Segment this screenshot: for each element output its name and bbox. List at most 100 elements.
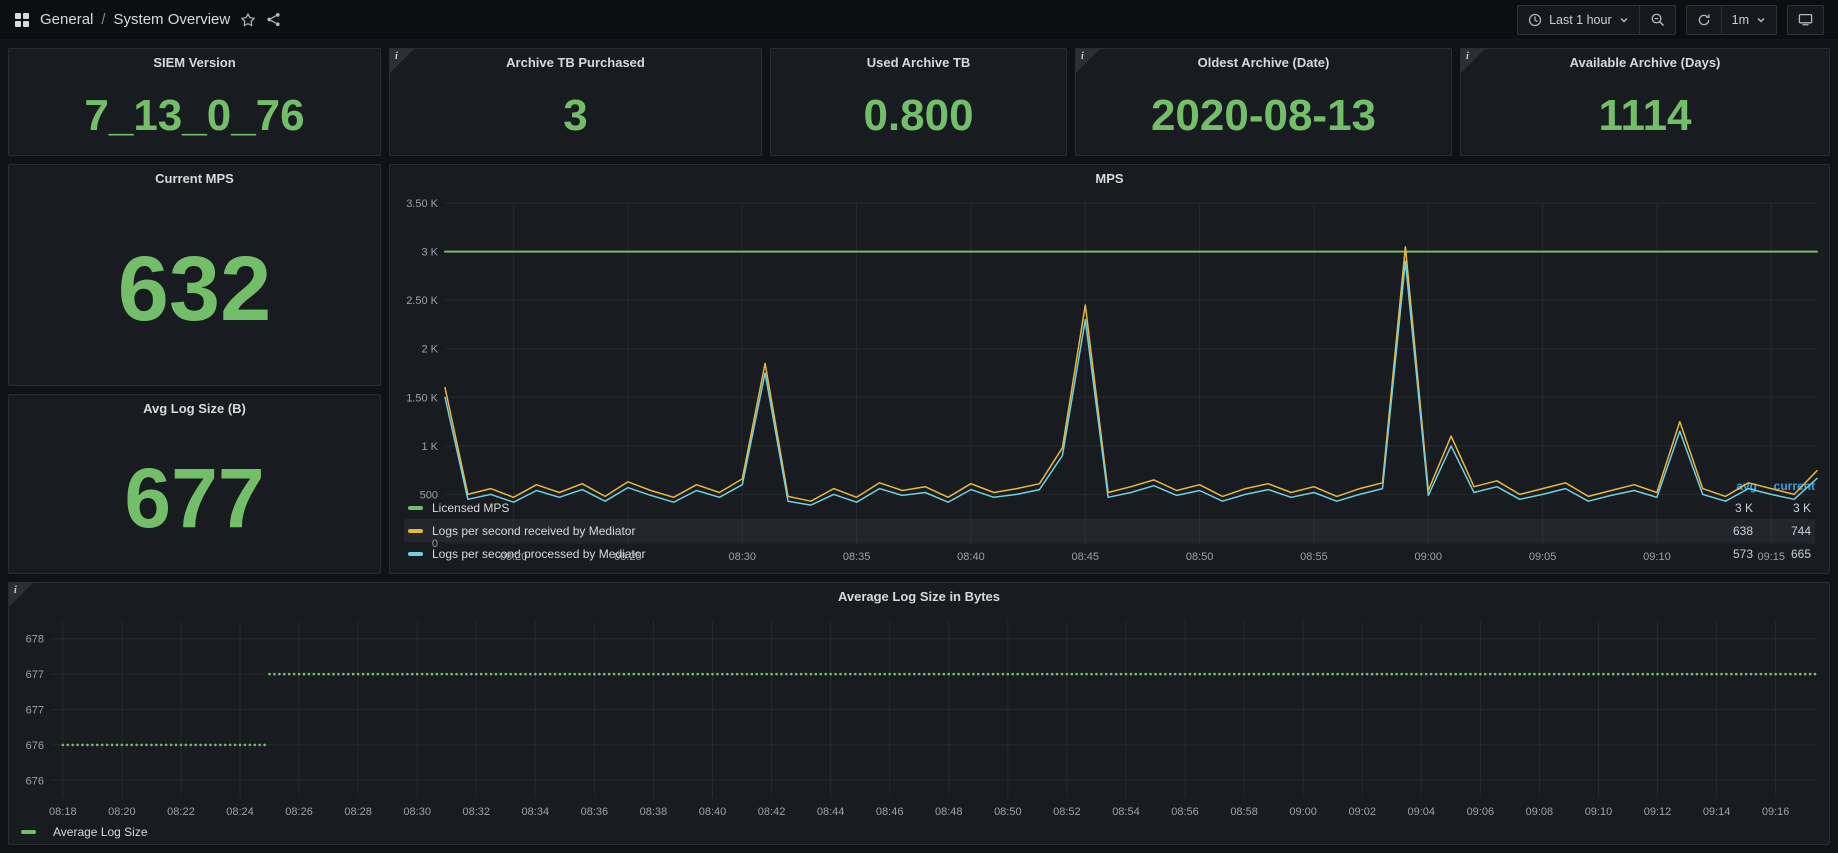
data-point	[263, 744, 266, 747]
panel-title[interactable]: Current MPS	[9, 165, 380, 193]
data-point	[677, 673, 680, 676]
data-point	[485, 673, 488, 676]
breadcrumb-folder[interactable]: General	[40, 11, 93, 28]
data-point	[849, 673, 852, 676]
panel-title[interactable]: MPS	[390, 165, 1829, 193]
data-point	[1435, 673, 1438, 676]
data-point	[111, 744, 114, 747]
star-icon[interactable]	[240, 12, 256, 28]
stat-panel-archive-tb-purchased: i Archive TB Purchased 3	[389, 48, 762, 156]
data-point	[1592, 673, 1595, 676]
x-tick-label: 09:04	[1408, 806, 1436, 818]
data-point	[1184, 673, 1187, 676]
data-point	[1504, 673, 1507, 676]
data-point	[436, 673, 439, 676]
x-tick-label: 08:28	[344, 806, 372, 818]
data-point	[426, 673, 429, 676]
data-point	[1676, 673, 1679, 676]
data-point	[608, 673, 611, 676]
data-point	[1745, 673, 1748, 676]
mps-chart-plot[interactable]: 08:2008:2508:3008:3508:4008:4508:5008:55…	[390, 193, 1829, 476]
data-point	[1179, 673, 1182, 676]
avg-log-size-chart-plot[interactable]: 08:1808:2008:2208:2408:2608:2808:3008:32…	[9, 611, 1829, 820]
panel-title[interactable]: SIEM Version	[9, 49, 380, 77]
data-point	[391, 673, 394, 676]
data-point	[288, 673, 291, 676]
x-tick-label: 09:12	[1644, 806, 1672, 818]
data-point	[1597, 673, 1600, 676]
data-point	[1238, 673, 1241, 676]
x-tick-label: 08:58	[1230, 806, 1258, 818]
refresh-interval-picker[interactable]: 1m	[1722, 5, 1777, 35]
data-point	[997, 673, 1000, 676]
data-point	[726, 673, 729, 676]
panel-info-corner[interactable]: i	[9, 583, 33, 607]
y-tick-label: 500	[420, 489, 438, 501]
data-point	[1248, 673, 1251, 676]
data-point	[1641, 673, 1644, 676]
data-point	[1105, 673, 1108, 676]
data-point	[1149, 673, 1152, 676]
data-point	[785, 673, 788, 676]
data-point	[879, 673, 882, 676]
data-point	[1696, 673, 1699, 676]
data-point	[406, 673, 409, 676]
data-point	[805, 673, 808, 676]
panel-title[interactable]: Available Archive (Days)	[1461, 49, 1829, 77]
data-point	[1233, 673, 1236, 676]
x-tick-label: 08:42	[758, 806, 786, 818]
x-tick-label: 08:18	[49, 806, 77, 818]
stat-value-wrap: 632	[9, 193, 380, 385]
data-point	[1194, 673, 1197, 676]
data-point	[421, 673, 424, 676]
data-point	[1307, 673, 1310, 676]
panel-title[interactable]: Archive TB Purchased	[390, 49, 761, 77]
data-point	[1750, 673, 1753, 676]
data-point	[76, 744, 79, 747]
panel-title[interactable]: Oldest Archive (Date)	[1076, 49, 1451, 77]
x-tick-label: 08:38	[640, 806, 668, 818]
data-point	[1445, 673, 1448, 676]
panel-title[interactable]: Average Log Size in Bytes	[9, 583, 1829, 611]
data-point	[1041, 673, 1044, 676]
data-point	[500, 673, 503, 676]
time-range-picker[interactable]: Last 1 hour	[1517, 5, 1640, 35]
data-point	[1671, 673, 1674, 676]
data-point	[529, 673, 532, 676]
data-point	[1794, 673, 1797, 676]
data-point	[401, 673, 404, 676]
refresh-button[interactable]	[1686, 5, 1722, 35]
dashboards-grid-icon[interactable]	[14, 12, 30, 28]
data-point	[593, 673, 596, 676]
data-point	[1646, 673, 1649, 676]
data-point	[1577, 673, 1580, 676]
info-icon: i	[14, 585, 17, 596]
data-point	[1381, 673, 1384, 676]
data-point	[1302, 673, 1305, 676]
data-point	[229, 744, 232, 747]
panel-info-corner[interactable]: i	[390, 49, 414, 73]
data-point	[283, 673, 286, 676]
breadcrumb-dashboard[interactable]: System Overview	[114, 11, 231, 28]
zoom-out-button[interactable]	[1640, 5, 1676, 35]
data-point	[1469, 673, 1472, 676]
panel-title[interactable]: Avg Log Size (B)	[9, 395, 380, 423]
x-tick-label: 08:44	[817, 806, 845, 818]
data-point	[913, 673, 916, 676]
panel-info-corner[interactable]: i	[1076, 49, 1100, 73]
data-point	[62, 744, 65, 747]
data-point	[1774, 673, 1777, 676]
data-point	[652, 673, 655, 676]
data-point	[189, 744, 192, 747]
stat-panel-oldest-archive-date: i Oldest Archive (Date) 2020-08-13	[1075, 48, 1452, 156]
stat-value: 3	[563, 94, 587, 138]
panel-info-corner[interactable]: i	[1461, 49, 1485, 73]
share-icon[interactable]	[266, 12, 281, 27]
data-point	[116, 744, 119, 747]
data-point	[711, 673, 714, 676]
tv-mode-button[interactable]	[1787, 5, 1824, 35]
data-point	[101, 744, 104, 747]
data-point	[1322, 673, 1325, 676]
panel-title[interactable]: Used Archive TB	[771, 49, 1066, 77]
series-label[interactable]: Average Log Size	[53, 825, 1817, 839]
